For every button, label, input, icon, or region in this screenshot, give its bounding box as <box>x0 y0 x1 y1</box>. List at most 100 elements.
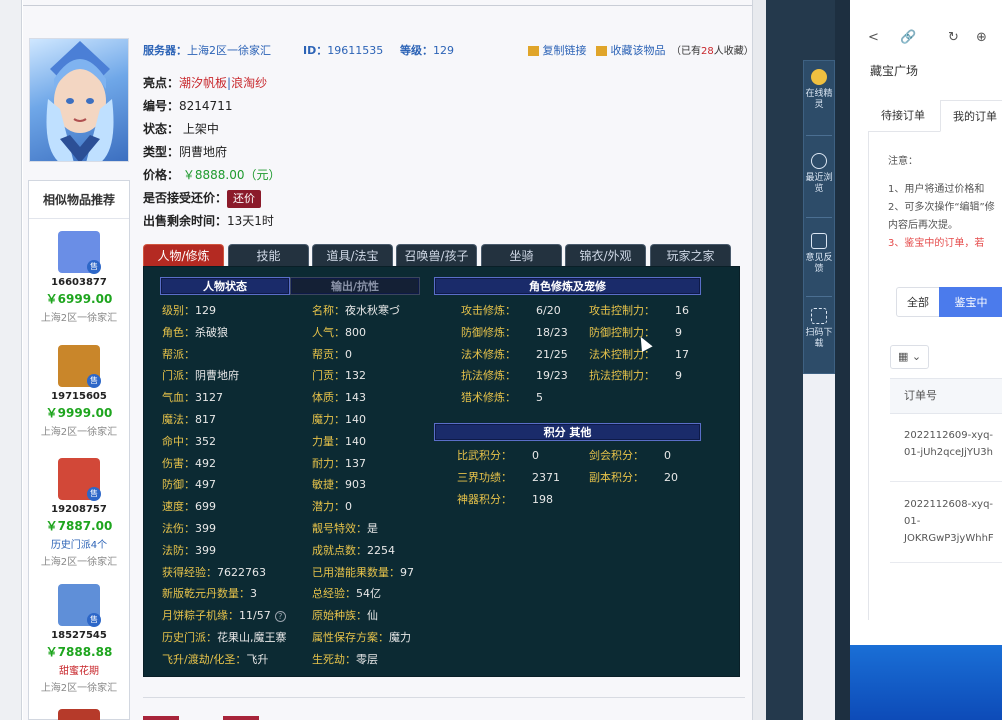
stat-value: 11/57 <box>239 609 271 623</box>
tab-mounts[interactable]: 坐骑 <box>481 244 562 266</box>
scan-icon <box>811 308 827 324</box>
help-icon[interactable]: ? <box>274 610 286 622</box>
character-thumb-icon[interactable]: 售 <box>58 345 101 388</box>
character-portrait-icon <box>46 41 114 161</box>
tab-home[interactable]: 玩家之家 <box>650 244 731 266</box>
link-icon[interactable]: 🔗 <box>900 30 916 45</box>
stat-row: 气血：3127 <box>162 391 223 405</box>
stat-label: 防御： <box>162 478 195 492</box>
globe-icon[interactable]: ⊕ <box>976 30 987 45</box>
stat-label: 成就点数： <box>312 543 367 557</box>
stat-row: 名称：夜水秋寒づ <box>312 304 400 318</box>
stat-value: 0 <box>345 500 352 514</box>
character-thumb-icon[interactable]: 售 <box>58 458 101 501</box>
favorite-count: （已有28人收藏） <box>671 42 754 57</box>
stat-value: 21/25 <box>536 347 568 361</box>
similar-item-id: 18527545 <box>51 630 107 641</box>
server-label: 服务器： <box>143 44 187 57</box>
stat-label: 角色： <box>162 325 195 339</box>
toolbar-divider <box>806 217 832 218</box>
stat-value: 132 <box>345 369 366 383</box>
favorite-button[interactable]: 收藏该物品 <box>596 42 666 58</box>
counter-offer-button[interactable]: 还价 <box>227 190 262 208</box>
stat-value: 3127 <box>195 391 223 405</box>
similar-item-server: 上海2区一徐家汇 <box>40 557 118 568</box>
type-label: 类型： <box>143 145 180 159</box>
stat-value: 0 <box>345 347 352 361</box>
notice-title: 注意： <box>888 156 918 167</box>
similar-item-id: 16603877 <box>51 277 107 288</box>
stat-label: 帮贡： <box>312 347 345 361</box>
similar-item[interactable] <box>29 709 129 720</box>
stat-row: 副本积分： 20 <box>589 471 678 485</box>
desktop-taskbar-area <box>850 645 1002 720</box>
status-header[interactable]: 人物状态 <box>160 277 290 295</box>
table-header: 订单号 <box>890 378 1002 414</box>
toolbar-feedback[interactable]: 意见反馈 <box>804 233 834 275</box>
stat-label: 法术修炼： <box>461 347 516 361</box>
similar-items-panel: 相似物品推荐 售 16603877 ￥6999.00 上海2区一徐家汇 售 19… <box>28 180 130 720</box>
stat-row: 已用潜能果数量：97 <box>312 566 414 580</box>
table-row[interactable]: 2022112609-xyq- 01-jUh2qceJjYU3h <box>890 414 1002 482</box>
page-scrollbar[interactable] <box>752 0 766 720</box>
filter-all-button[interactable]: 全部 <box>896 287 940 317</box>
similar-item[interactable]: 售 18527545 ￥7888.88 甜蜜花期 上海2区一徐家汇 <box>29 584 129 694</box>
copy-link-button[interactable]: 复制链接 <box>528 42 587 58</box>
stat-row: 攻击控制力： 16 <box>589 304 689 318</box>
bottom-button[interactable] <box>223 716 259 720</box>
tab-items[interactable]: 道具/法宝 <box>312 244 393 266</box>
stat-row: 属性保存方案：魔力 <box>312 631 411 645</box>
refresh-icon[interactable]: ↻ <box>948 30 959 45</box>
similar-item[interactable]: 售 16603877 ￥6999.00 上海2区一徐家汇 <box>29 231 129 324</box>
bottom-button[interactable] <box>143 716 179 720</box>
tab-pets[interactable]: 召唤兽/孩子 <box>396 244 477 266</box>
tab-outfits[interactable]: 锦衣/外观 <box>565 244 646 266</box>
highlight-2: 浪淘纱 <box>231 76 268 90</box>
bottom-divider <box>143 697 745 698</box>
resist-header[interactable]: 输出/抗性 <box>290 277 420 295</box>
order-id-line: JOKRGwP3jyWhhF <box>904 533 994 544</box>
similar-item-price: ￥9999.00 <box>45 406 113 420</box>
stat-value: 魔力 <box>389 631 411 644</box>
stat-label: 防御修炼： <box>461 325 516 339</box>
toolbar-divider <box>806 296 832 297</box>
table-row[interactable]: 2022112608-xyq- 01- JOKRGwP3jyWhhF <box>890 483 1002 563</box>
level-value: 129 <box>433 44 454 57</box>
similar-item[interactable]: 售 19208757 ￥7887.00 历史门派4个 上海2区一徐家汇 <box>29 458 129 568</box>
tab-my-orders[interactable]: 我的订单 <box>940 100 1002 132</box>
stat-label: 耐力： <box>312 456 345 470</box>
character-thumb-icon[interactable]: 售 <box>58 584 101 627</box>
sell-badge: 售 <box>87 613 101 627</box>
stat-value: 是 <box>367 522 378 535</box>
column-settings-button[interactable]: ▦ ⌄ <box>890 345 929 369</box>
character-thumb-icon[interactable] <box>58 709 100 720</box>
similar-item-server: 上海2区一徐家汇 <box>40 683 118 694</box>
stat-label: 法防： <box>162 543 195 557</box>
price-row: 价格： ￥8888.00（元） <box>143 164 280 187</box>
stat-value: 3 <box>250 587 257 601</box>
tab-skills[interactable]: 技能 <box>228 244 309 266</box>
toolbar-online-elf[interactable]: 在线精灵 <box>804 69 834 111</box>
tab-character[interactable]: 人物/修炼 <box>143 244 224 266</box>
stat-value: 198 <box>532 492 553 506</box>
notice-line-1: 1、用户将通过价格和 <box>888 184 985 195</box>
toolbar-scan[interactable]: 扫码下载 <box>804 308 834 350</box>
toolbar-recent[interactable]: 最近浏览 <box>804 153 834 195</box>
similar-item[interactable]: 售 19715605 ￥9999.00 上海2区一徐家汇 <box>29 345 129 438</box>
stat-label: 神器积分： <box>457 492 512 506</box>
stat-row: 防御：497 <box>162 478 216 492</box>
stat-label: 原始种族： <box>312 609 367 623</box>
filter-appraising-button[interactable]: 鉴宝中 <box>939 287 1002 317</box>
stat-row: 门派：阴曹地府 <box>162 369 239 383</box>
back-icon[interactable]: < <box>868 30 879 45</box>
stat-label: 气血： <box>162 391 195 405</box>
sell-badge: 售 <box>87 260 101 274</box>
number-row: 编号：8214711 <box>143 95 280 118</box>
character-thumb-icon[interactable]: 售 <box>58 231 101 274</box>
elf-icon <box>811 69 827 85</box>
number-label: 编号： <box>143 99 180 113</box>
tab-pending-orders[interactable]: 待接订单 <box>868 100 938 132</box>
number-value: 8214711 <box>179 99 233 113</box>
highlight-label: 亮点： <box>143 76 180 90</box>
fav-prefix: （已有 <box>671 46 701 57</box>
